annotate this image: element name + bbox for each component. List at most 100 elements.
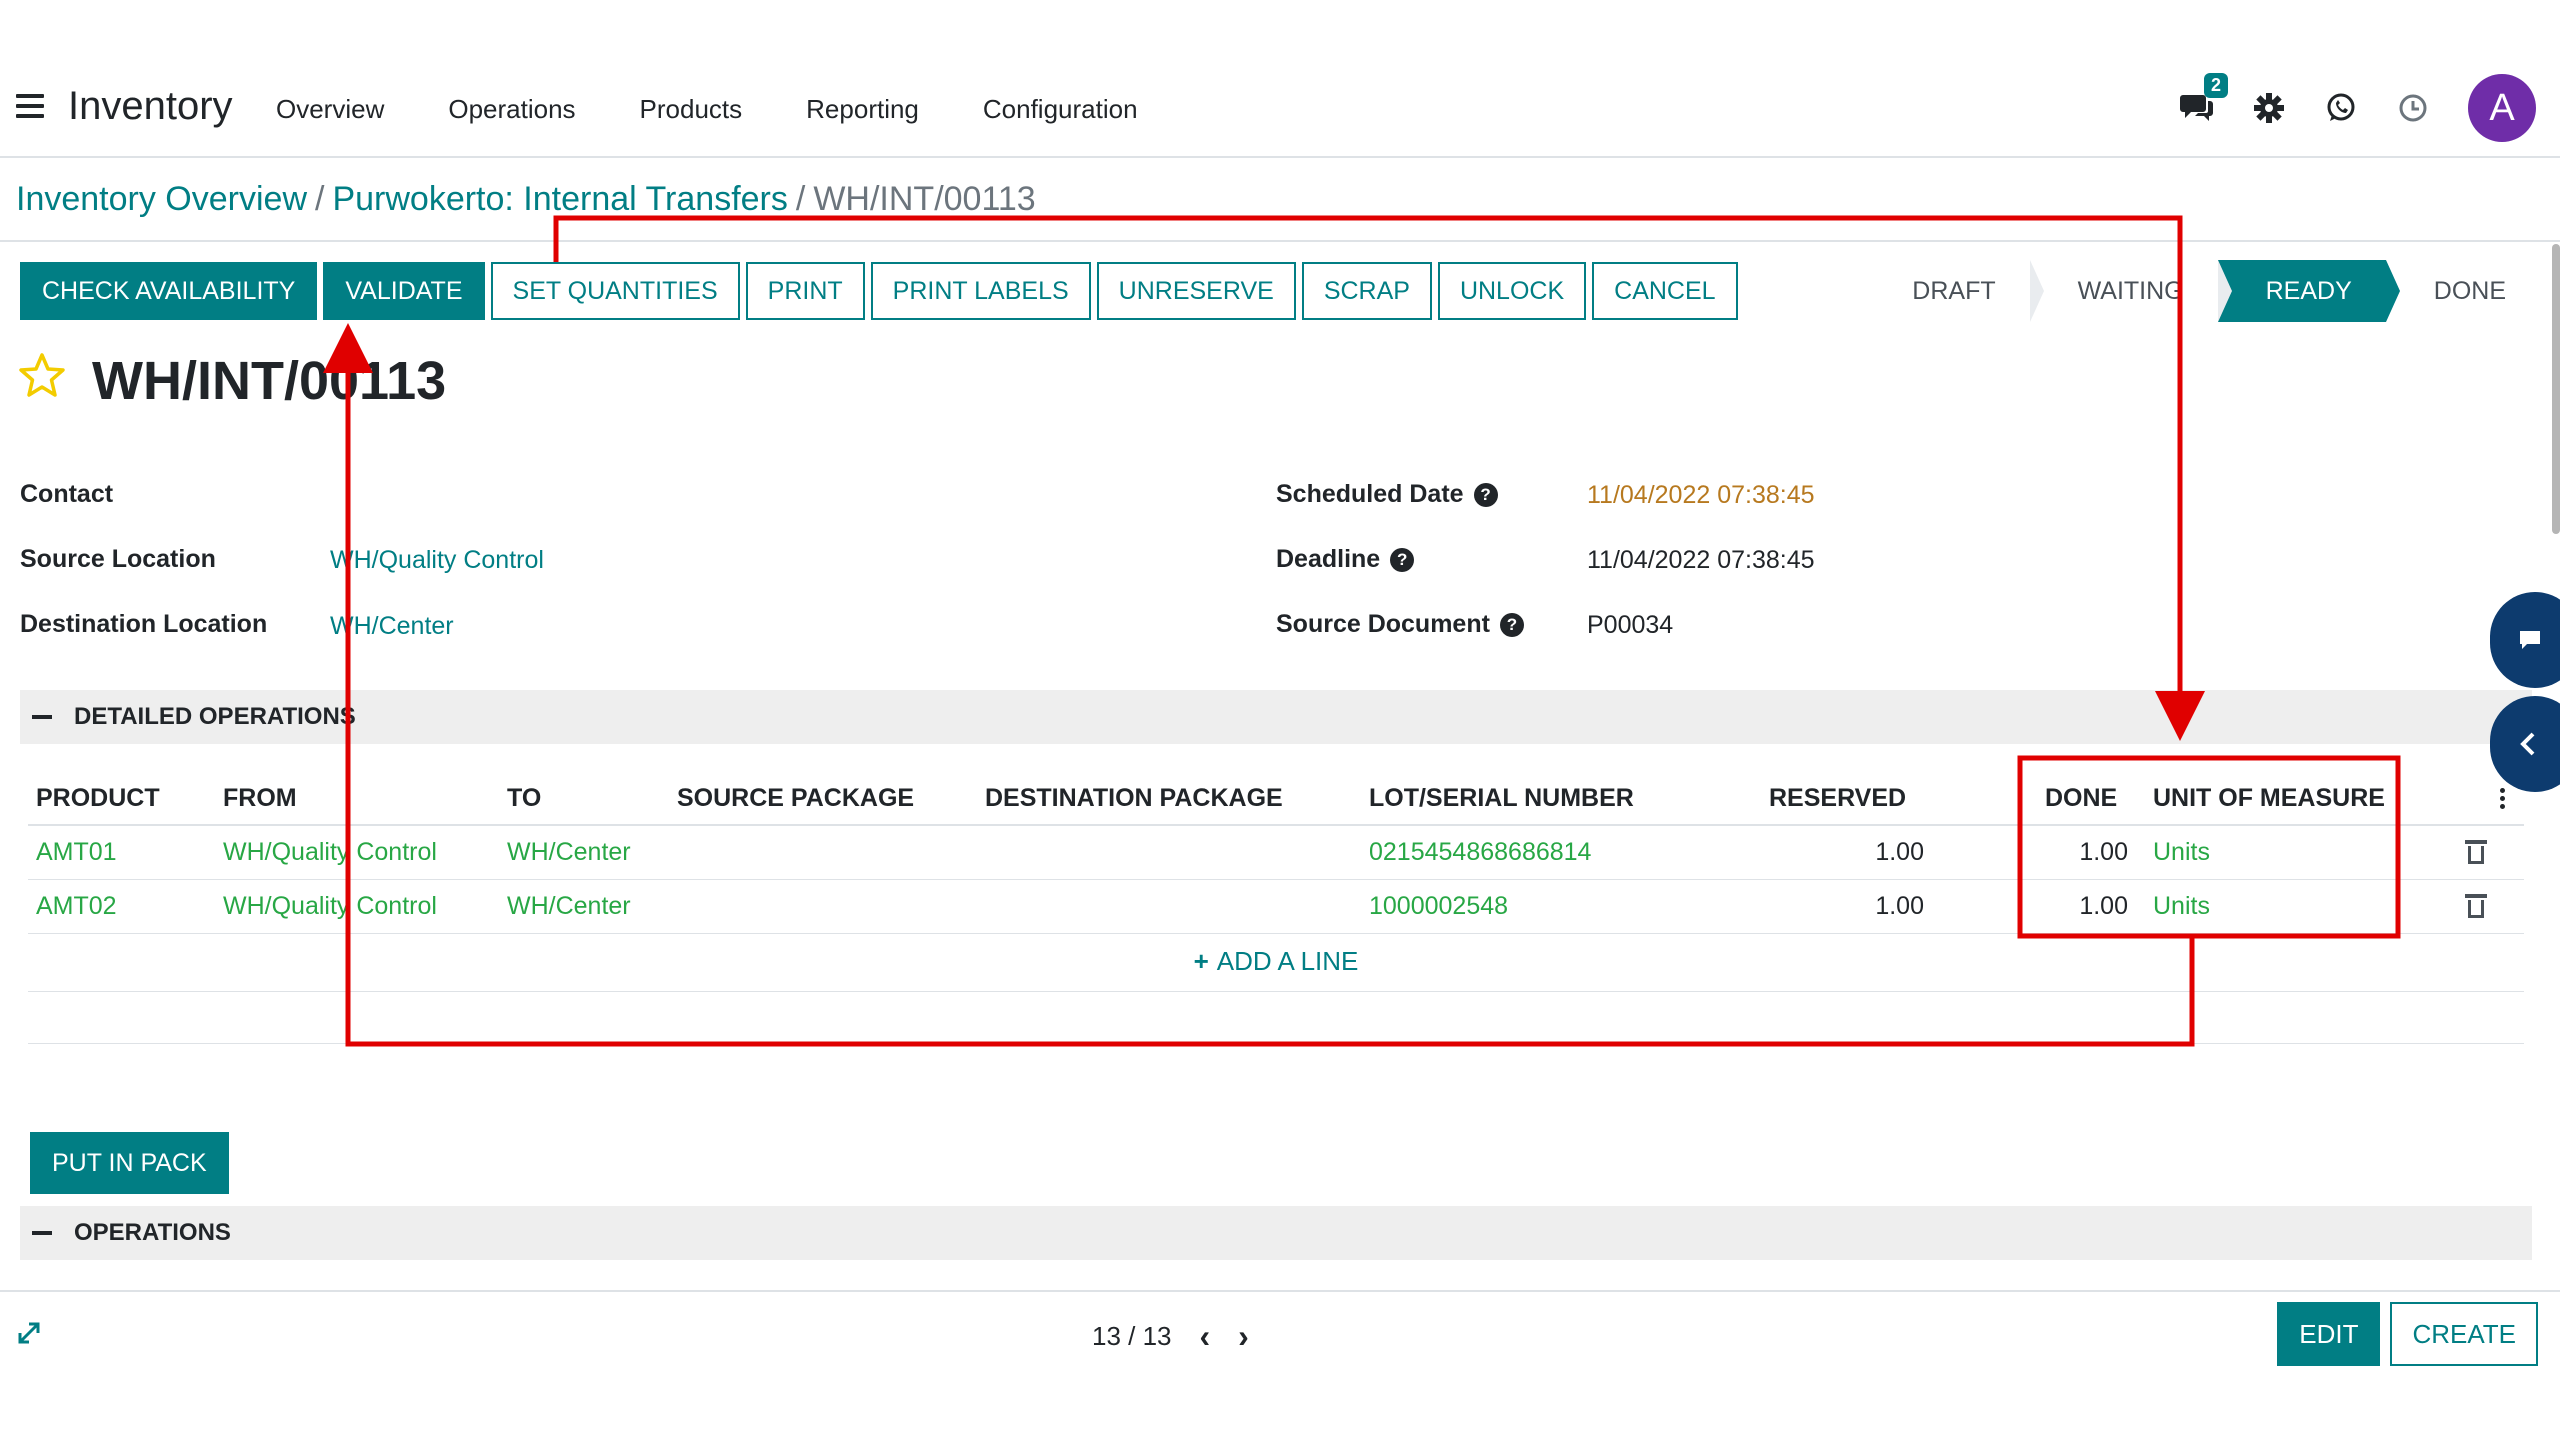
pager-value[interactable]: 13 / 13 xyxy=(1092,1321,1172,1352)
cell-from[interactable]: WH/Quality Control xyxy=(223,838,437,867)
chat-icon[interactable]: 2 xyxy=(2180,73,2228,125)
breadcrumb-separator: / xyxy=(795,180,806,218)
deadline-label: Deadline? xyxy=(1276,545,1415,574)
gear-icon[interactable] xyxy=(2252,91,2286,125)
footer-buttons: EDIT CREATE xyxy=(2277,1302,2538,1366)
nav-reporting[interactable]: Reporting xyxy=(806,94,919,125)
record-title: WH/INT/00113 xyxy=(92,351,447,411)
plus-icon: + xyxy=(1193,946,1209,976)
cell-to[interactable]: WH/Center xyxy=(507,892,631,921)
help-icon[interactable]: ? xyxy=(1473,483,1498,507)
avatar[interactable]: A xyxy=(2468,74,2536,142)
create-button[interactable]: CREATE xyxy=(2390,1302,2538,1366)
stage-done[interactable]: DONE xyxy=(2385,260,2540,322)
detailed-operations-title: DETAILED OPERATIONS xyxy=(74,703,356,730)
nav-configuration[interactable]: Configuration xyxy=(983,94,1138,125)
star-icon[interactable] xyxy=(18,352,66,410)
footer-divider xyxy=(0,1290,2560,1292)
cell-to[interactable]: WH/Center xyxy=(507,838,631,867)
help-icon[interactable]: ? xyxy=(1499,613,1524,637)
collapse-icon[interactable] xyxy=(32,1231,52,1235)
breadcrumb-inventory-overview[interactable]: Inventory Overview xyxy=(16,180,307,218)
print-labels-button[interactable]: PRINT LABELS xyxy=(870,262,1091,320)
collapse-icon[interactable] xyxy=(32,715,52,719)
breadcrumb-separator: / xyxy=(315,180,325,218)
add-line-button[interactable]: + ADD A LINE xyxy=(28,946,2524,977)
nav-overview[interactable]: Overview xyxy=(276,94,384,125)
cell-lot[interactable]: 1000002548 xyxy=(1369,892,1508,921)
nav-operations[interactable]: Operations xyxy=(448,94,575,125)
col-destination-package[interactable]: DESTINATION PACKAGE xyxy=(985,784,1283,813)
cell-uom[interactable]: Units xyxy=(2153,892,2210,921)
deadline-value[interactable]: 11/04/2022 07:38:45 xyxy=(1587,546,1815,575)
operations-title: OPERATIONS xyxy=(74,1219,231,1246)
col-from[interactable]: FROM xyxy=(223,784,297,813)
unreserve-button[interactable]: UNRESERVE xyxy=(1096,262,1296,320)
cell-reserved: 1.00 xyxy=(1875,892,1924,920)
cell-reserved: 1.00 xyxy=(1875,838,1924,866)
table-header: PRODUCT FROM TO SOURCE PACKAGE DESTINATI… xyxy=(28,780,2524,826)
col-reserved[interactable]: RESERVED xyxy=(1769,784,1906,813)
put-in-pack-button[interactable]: PUT IN PACK xyxy=(30,1132,229,1194)
col-product[interactable]: PRODUCT xyxy=(36,784,160,813)
app-name[interactable]: Inventory xyxy=(68,84,233,129)
col-unit-of-measure[interactable]: UNIT OF MEASURE xyxy=(2153,784,2385,813)
scheduled-date-label: Scheduled Date? xyxy=(1276,480,1498,509)
destination-location-value[interactable]: WH/Center xyxy=(330,612,454,641)
scheduled-date-value[interactable]: 11/04/2022 07:38:45 xyxy=(1587,481,1815,510)
nav-products[interactable]: Products xyxy=(640,94,743,125)
chat-bubble-icon[interactable] xyxy=(2490,592,2560,688)
stage-draft[interactable]: DRAFT xyxy=(1878,260,2044,322)
systray: 2 A xyxy=(2180,73,2536,142)
trash-icon[interactable] xyxy=(2465,892,2487,918)
scrap-button[interactable]: SCRAP xyxy=(1301,262,1432,320)
main-menu: Overview Operations Products Reporting C… xyxy=(276,94,1138,125)
cell-lot[interactable]: 0215454868686814 xyxy=(1369,838,1591,867)
cell-uom[interactable]: Units xyxy=(2153,838,2210,867)
detailed-operations-header[interactable]: DETAILED OPERATIONS xyxy=(20,690,2532,744)
hamburger-icon[interactable] xyxy=(16,94,44,118)
col-done[interactable]: DONE xyxy=(2045,784,2117,813)
chevron-right-icon[interactable]: › xyxy=(1238,1318,1249,1355)
operations-header[interactable]: OPERATIONS xyxy=(20,1206,2532,1260)
cell-product[interactable]: AMT01 xyxy=(36,838,117,867)
edit-button[interactable]: EDIT xyxy=(2277,1302,2381,1366)
expand-icon[interactable] xyxy=(14,1318,44,1348)
check-availability-button[interactable]: CHECK AVAILABILITY xyxy=(20,262,318,320)
action-buttons: CHECK AVAILABILITY VALIDATE SET QUANTITI… xyxy=(20,262,1738,320)
cell-done[interactable]: 1.00 xyxy=(2018,838,2128,867)
source-location-label: Source Location xyxy=(20,545,216,573)
table-row[interactable]: AMT02 WH/Quality Control WH/Center 10000… xyxy=(28,880,2524,934)
trash-icon[interactable] xyxy=(2465,838,2487,864)
table-row[interactable]: AMT01 WH/Quality Control WH/Center 02154… xyxy=(28,826,2524,880)
col-lot-serial[interactable]: LOT/SERIAL NUMBER xyxy=(1369,784,1634,813)
cell-from[interactable]: WH/Quality Control xyxy=(223,892,437,921)
chevron-left-icon[interactable] xyxy=(2490,696,2560,792)
unlock-button[interactable]: UNLOCK xyxy=(1437,262,1587,320)
source-location-value[interactable]: WH/Quality Control xyxy=(330,546,544,575)
clock-icon[interactable] xyxy=(2396,91,2430,125)
stage-ready[interactable]: READY xyxy=(2217,260,2400,322)
cell-product[interactable]: AMT02 xyxy=(36,892,117,921)
empty-row xyxy=(28,992,2524,1044)
messages-badge: 2 xyxy=(2203,73,2228,98)
kebab-icon[interactable] xyxy=(2500,788,2506,812)
breadcrumb: Inventory Overview / Purwokerto: Internal … xyxy=(16,180,1036,219)
stage-waiting[interactable]: WAITING xyxy=(2029,260,2232,322)
add-line-row: + ADD A LINE xyxy=(28,934,2524,992)
breadcrumb-internal-transfers[interactable]: Purwokerto: Internal Transfers xyxy=(332,180,787,218)
whatsapp-icon[interactable] xyxy=(2324,91,2358,125)
cell-done[interactable]: 1.00 xyxy=(2018,892,2128,921)
source-document-value[interactable]: P00034 xyxy=(1587,611,1673,640)
scrollbar[interactable] xyxy=(2552,244,2560,534)
col-source-package[interactable]: SOURCE PACKAGE xyxy=(677,784,914,813)
validate-button[interactable]: VALIDATE xyxy=(323,262,485,320)
contact-label: Contact xyxy=(20,480,114,508)
chevron-left-icon[interactable]: ‹ xyxy=(1200,1318,1211,1355)
print-button[interactable]: PRINT xyxy=(745,262,865,320)
help-icon[interactable]: ? xyxy=(1390,548,1415,572)
top-navbar: Inventory Overview Operations Products R… xyxy=(0,0,2560,158)
set-quantities-button[interactable]: SET QUANTITIES xyxy=(490,262,740,320)
cancel-button[interactable]: CANCEL xyxy=(1592,262,1738,320)
col-to[interactable]: TO xyxy=(507,784,541,813)
